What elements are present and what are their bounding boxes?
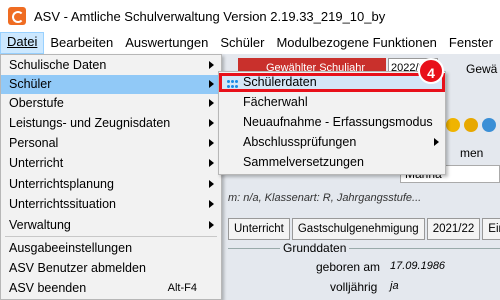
namen-label: men (460, 146, 484, 160)
grunddaten-label: Grunddaten (280, 241, 350, 255)
submenu-item-faecherwahl[interactable]: Fächerwahl (219, 93, 445, 112)
tab-2021-22[interactable]: 2021/22 (426, 218, 481, 240)
menu-item-oberstufe[interactable]: Oberstufe (1, 94, 221, 113)
grunddaten-divider (228, 248, 500, 249)
menu-item-unterrichtsplanung[interactable]: Unterrichtsplanung (1, 175, 221, 194)
chevron-right-icon (209, 99, 214, 107)
submenu-item-sammelversetzungen[interactable]: Sammelversetzungen (219, 153, 445, 172)
menu-item-label: Unterricht (9, 156, 64, 170)
students-icon (227, 79, 241, 89)
menu-modulbezogene-funktionen[interactable]: Modulbezogene Funktionen (270, 33, 442, 53)
chevron-right-icon (209, 80, 214, 88)
tab-ein[interactable]: Ein- (482, 218, 500, 240)
chevron-right-icon (209, 61, 214, 69)
submenu-item-label: Schülerdaten (243, 75, 317, 89)
submenu-item-label: Fächerwahl (243, 95, 308, 109)
schueler-submenu: Schülerdaten Fächerwahl Neuaufnahme - Er… (218, 71, 446, 175)
menu-item-asv-beenden[interactable]: ASV beenden Alt-F4 (1, 279, 221, 298)
gewae-label: Gewä (466, 62, 498, 76)
chevron-right-icon (209, 221, 214, 229)
menu-item-leistungs-und-zeugnisdaten[interactable]: Leistungs- und Zeugnisdaten (1, 114, 221, 133)
menu-item-personal[interactable]: Personal (1, 134, 221, 153)
chevron-right-icon (209, 119, 214, 127)
tab-gastschulgenehmigung[interactable]: Gastschulgenehmigung (291, 218, 425, 240)
menu-item-label: Leistungs- und Zeugnisdaten (9, 116, 171, 130)
submenu-item-abschlusspruefungen[interactable]: Abschlussprüfungen (219, 133, 445, 152)
volljaehrig-label: volljährig (330, 280, 378, 294)
menu-datei-label: Datei (7, 34, 38, 49)
app-logo-icon (8, 7, 26, 25)
menu-fenster[interactable]: Fenster (443, 33, 499, 53)
menu-datei[interactable]: Datei (0, 32, 45, 54)
chevron-right-icon (209, 139, 214, 147)
menu-item-ausgabeeinstellungen[interactable]: Ausgabeeinstellungen (1, 239, 221, 258)
menu-item-verwaltung[interactable]: Verwaltung (1, 216, 221, 235)
menu-item-label: Unterrichtsplanung (9, 177, 114, 191)
menu-item-label: Verwaltung (9, 218, 71, 232)
volljaehrig-value: ja (390, 280, 399, 292)
menu-item-label: Oberstufe (9, 96, 64, 110)
geboren-label: geboren am (316, 260, 381, 274)
menu-bearbeiten[interactable]: Bearbeiten (44, 33, 119, 53)
title-bar: ASV - Amtliche Schulverwaltung Version 2… (0, 0, 500, 32)
submenu-item-label: Abschlussprüfungen (243, 135, 357, 149)
menu-auswertungen[interactable]: Auswertungen (119, 33, 214, 53)
detail-tabs: Unterricht Gastschulgenehmigung 2021/22 … (228, 218, 500, 240)
geboren-value: 17.09.1986 (390, 260, 446, 272)
menu-item-label: ASV Benutzer abmelden (9, 261, 146, 275)
submenu-item-neuaufnahme[interactable]: Neuaufnahme - Erfassungsmodus (219, 113, 445, 132)
submenu-item-label: Neuaufnahme - Erfassungsmodus (243, 115, 433, 129)
submenu-item-label: Sammelversetzungen (243, 155, 364, 169)
submenu-item-schuelerdaten[interactable]: Schülerdaten (219, 73, 445, 92)
datei-menu: Schulische Daten Schüler Oberstufe Leist… (0, 54, 222, 300)
chevron-right-icon (434, 138, 439, 146)
chevron-right-icon (209, 180, 214, 188)
menu-item-label: Unterrichtssituation (9, 197, 116, 211)
menu-bar: Datei Bearbeiten Auswertungen Schüler Mo… (0, 32, 500, 54)
menu-item-label: Ausgabeeinstellungen (9, 241, 133, 255)
menu-item-schulische-daten[interactable]: Schulische Daten (1, 56, 221, 75)
menu-item-label: ASV beenden (9, 281, 87, 295)
menu-schueler[interactable]: Schüler (214, 33, 270, 53)
bell-icon[interactable] (446, 118, 460, 132)
menu-item-schueler[interactable]: Schüler (1, 75, 221, 94)
menu-item-label: Schulische Daten (9, 58, 107, 72)
window-title: ASV - Amtliche Schulverwaltung Version 2… (34, 8, 386, 24)
tab-unterricht[interactable]: Unterricht (228, 218, 290, 240)
clock-icon[interactable] (482, 118, 496, 132)
shortcut-label: Alt-F4 (167, 282, 197, 294)
student-info-hint: m: n/a, Klassenart: R, Jahrgangsstufe... (228, 192, 422, 204)
menu-item-label: Schüler (9, 77, 52, 91)
menu-separator (5, 236, 217, 237)
search-icon[interactable] (464, 118, 478, 132)
step-number-badge: 4 (418, 58, 444, 84)
chevron-right-icon (209, 159, 214, 167)
menu-item-unterricht[interactable]: Unterricht (1, 154, 221, 173)
chevron-right-icon (209, 200, 214, 208)
menu-item-unterrichtssituation[interactable]: Unterrichtssituation (1, 195, 221, 214)
menu-item-label: Personal (9, 136, 59, 150)
menu-item-benutzer-abmelden[interactable]: ASV Benutzer abmelden (1, 259, 221, 278)
